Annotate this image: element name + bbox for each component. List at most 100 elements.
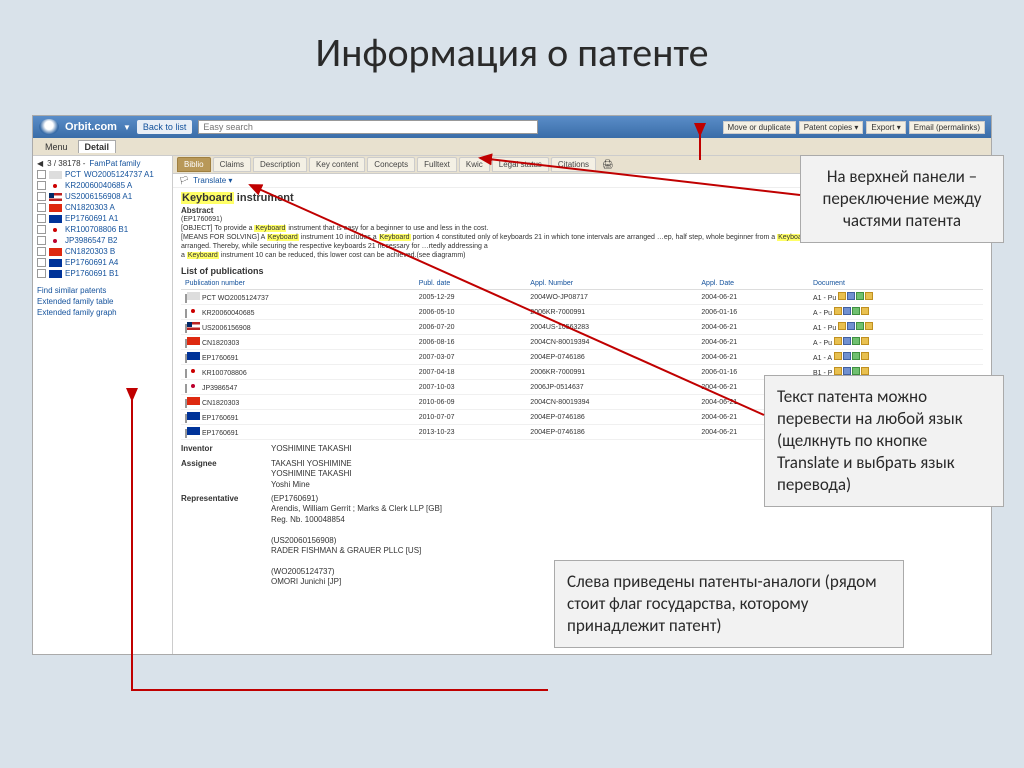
search-input[interactable] xyxy=(198,120,538,134)
flag-icon xyxy=(49,248,62,256)
flag-icon xyxy=(49,204,62,212)
patent-copies-button[interactable]: Patent copies ▾ xyxy=(799,121,864,134)
chevron-down-icon[interactable]: ▼ xyxy=(123,123,131,132)
th-pub-date[interactable]: Publ. date xyxy=(415,278,527,290)
nav-left-icon[interactable]: ◀ xyxy=(37,159,43,168)
flag-icon xyxy=(187,412,200,420)
doc-icon[interactable] xyxy=(861,337,869,345)
doc-icon[interactable] xyxy=(834,307,842,315)
doc-icon[interactable] xyxy=(847,292,855,300)
checkbox[interactable] xyxy=(37,269,46,278)
tab-kwic[interactable]: Kwic xyxy=(459,157,490,172)
flag-icon xyxy=(187,337,200,345)
table-row[interactable]: EP17606912007-03-072004EP-07461862004-06… xyxy=(181,350,983,365)
checkbox[interactable] xyxy=(37,181,46,190)
doc-icon[interactable] xyxy=(865,292,873,300)
tab-biblio[interactable]: Biblio xyxy=(177,157,211,172)
flag-icon xyxy=(187,322,200,330)
tab-claims[interactable]: Claims xyxy=(213,157,251,172)
tab-fulltext[interactable]: Fulltext xyxy=(417,157,457,172)
annotation-sidebar: Слева приведены патенты-аналоги (рядом с… xyxy=(554,560,904,648)
checkbox[interactable] xyxy=(37,236,46,245)
sidebar-patent-item[interactable]: PCTWO2005124737 A1 xyxy=(35,169,170,180)
checkbox[interactable] xyxy=(37,203,46,212)
doc-icon[interactable] xyxy=(843,307,851,315)
doc-icon[interactable] xyxy=(856,322,864,330)
annotation-translate: Текст патента можно перевести на любой я… xyxy=(764,375,1004,507)
top-bar: Orbit.com ▼ Back to list Move or duplica… xyxy=(33,116,991,138)
slide-title: Информация о патенте xyxy=(0,0,1024,99)
find-similar-link[interactable]: Find similar patents xyxy=(37,285,168,296)
nav-position: 3 / 38178 - xyxy=(47,159,85,168)
th-appl-number[interactable]: Appl. Number xyxy=(526,278,697,290)
move-duplicate-button[interactable]: Move or duplicate xyxy=(723,121,796,134)
print-icon[interactable]: 🖨 xyxy=(602,159,613,170)
doc-icon[interactable] xyxy=(861,352,869,360)
detail-tab[interactable]: Detail xyxy=(78,140,117,153)
checkbox[interactable] xyxy=(37,192,46,201)
flag-icon xyxy=(187,382,200,390)
flag-icon xyxy=(49,259,62,267)
sidebar: ◀ 3 / 38178 - FamPat family PCTWO2005124… xyxy=(33,156,173,654)
doc-icon[interactable] xyxy=(847,322,855,330)
checkbox[interactable] xyxy=(37,247,46,256)
back-to-list-link[interactable]: Back to list xyxy=(137,120,193,134)
flag-icon xyxy=(49,215,62,223)
sidebar-patent-item[interactable]: EP1760691 A4 xyxy=(35,257,170,268)
th-pub-number[interactable]: Publication number xyxy=(181,278,415,290)
tab-key-content[interactable]: Key content xyxy=(309,157,365,172)
flag-icon xyxy=(49,182,62,190)
doc-icon[interactable] xyxy=(852,337,860,345)
th-document[interactable]: Document xyxy=(809,278,983,290)
sidebar-patent-item[interactable]: US2006156908 A1 xyxy=(35,191,170,202)
checkbox[interactable] xyxy=(37,225,46,234)
doc-icon[interactable] xyxy=(865,322,873,330)
doc-icon[interactable] xyxy=(852,307,860,315)
flag-icon xyxy=(187,367,200,375)
doc-icon[interactable] xyxy=(843,337,851,345)
flag-icon xyxy=(187,307,200,315)
doc-icon[interactable] xyxy=(843,352,851,360)
table-row[interactable]: CN18203032006-08-162004CN-800193942004-0… xyxy=(181,335,983,350)
export-button[interactable]: Export ▾ xyxy=(866,121,905,134)
orbit-logo-icon xyxy=(39,119,59,135)
sidebar-patent-item[interactable]: KR100708806 B1 xyxy=(35,224,170,235)
sidebar-patent-item[interactable]: JP3986547 B2 xyxy=(35,235,170,246)
doc-icon[interactable] xyxy=(834,337,842,345)
tab-citations[interactable]: Citations xyxy=(551,157,596,172)
th-appl-date[interactable]: Appl. Date xyxy=(697,278,809,290)
sidebar-patent-item[interactable]: EP1760691 B1 xyxy=(35,268,170,279)
doc-icon[interactable] xyxy=(838,292,846,300)
sidebar-patent-item[interactable]: KR20060040685 A xyxy=(35,180,170,191)
checkbox[interactable] xyxy=(37,258,46,267)
checkbox[interactable] xyxy=(37,214,46,223)
checkbox[interactable] xyxy=(37,170,46,179)
doc-icon[interactable] xyxy=(838,322,846,330)
menu-tab[interactable]: Menu xyxy=(39,141,74,153)
flag-icon xyxy=(187,427,200,435)
table-row[interactable]: US20061569082006-07-202004US-10563283200… xyxy=(181,320,983,335)
tab-concepts[interactable]: Concepts xyxy=(367,157,415,172)
tab-description[interactable]: Description xyxy=(253,157,307,172)
flag-icon xyxy=(49,270,62,278)
extended-graph-link[interactable]: Extended family graph xyxy=(37,307,168,318)
sidebar-patent-item[interactable]: CN1820303 B xyxy=(35,246,170,257)
flag-icon xyxy=(187,292,200,300)
doc-icon[interactable] xyxy=(834,352,842,360)
translate-button[interactable]: Translate ▾ xyxy=(193,176,232,185)
flag-icon: 🏳 xyxy=(179,176,189,185)
doc-icon[interactable] xyxy=(852,352,860,360)
tab-legal-status[interactable]: Legal status xyxy=(492,157,549,172)
sidebar-patent-item[interactable]: CN1820303 A xyxy=(35,202,170,213)
brand-name: Orbit.com xyxy=(65,121,117,133)
table-row[interactable]: KR200600406852006-05-102006KR-7000991200… xyxy=(181,305,983,320)
email-button[interactable]: Email (permalinks) xyxy=(909,121,985,134)
flag-icon xyxy=(49,193,62,201)
flag-icon xyxy=(49,171,62,179)
sidebar-patent-item[interactable]: EP1760691 A1 xyxy=(35,213,170,224)
family-nav: ◀ 3 / 38178 - FamPat family xyxy=(35,158,170,169)
doc-icon[interactable] xyxy=(861,307,869,315)
doc-icon[interactable] xyxy=(856,292,864,300)
table-row[interactable]: PCT WO20051247372005-12-292004WO-JP08717… xyxy=(181,290,983,305)
extended-table-link[interactable]: Extended family table xyxy=(37,296,168,307)
